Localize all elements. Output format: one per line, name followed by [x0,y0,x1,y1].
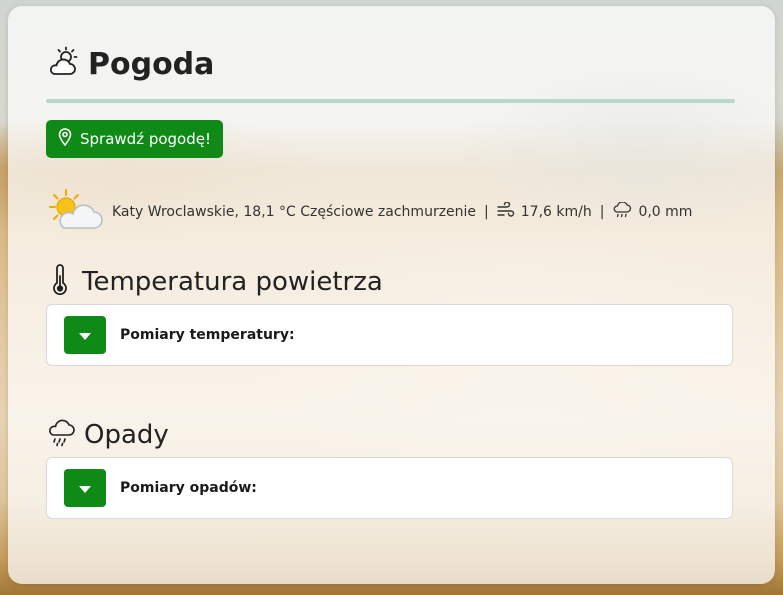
partly-cloudy-icon [48,188,106,236]
cloud-sun-icon [46,46,80,82]
location-temp-description: Katy Wroclawskie, 18,1 °C Częściowe zach… [112,204,477,220]
current-weather: Katy Wroclawskie, 18,1 °C Częściowe zach… [48,188,692,236]
weather-card: Pogoda Sprawdź pogodę! Katy Wroclawskie,… [8,6,775,584]
precipitation-panel-label: Pomiary opadów: [120,480,257,496]
temperature-section-title: Temperatura powietrza [82,267,383,297]
temperature-panel: Pomiary temperatury: [46,304,733,366]
precipitation-section-header: Opady [46,418,169,452]
rain-amount: 0,0 mm [638,204,693,220]
caret-down-icon [78,479,92,498]
page-header: Pogoda [46,46,214,82]
precipitation-panel: Pomiary opadów: [46,457,733,519]
cloud-rain-icon [46,418,76,452]
temperature-panel-label: Pomiary temperatury: [120,327,295,343]
wind-icon [497,201,515,222]
temperature-expand-button[interactable] [64,316,106,354]
wind-speed: 17,6 km/h [520,204,592,220]
precipitation-expand-button[interactable] [64,469,106,507]
temperature-section-header: Temperatura powietrza [46,264,383,300]
thermometer-icon [46,264,74,300]
header-divider [46,99,735,103]
check-weather-button[interactable]: Sprawdź pogodę! [46,120,223,158]
separator: | [484,204,489,220]
check-weather-label: Sprawdź pogodę! [80,130,211,148]
page-title: Pogoda [88,46,215,82]
cloud-drizzle-icon [612,200,632,223]
precipitation-section-title: Opady [84,420,169,450]
caret-down-icon [78,326,92,345]
separator: | [599,204,605,220]
map-pin-icon [58,128,72,150]
